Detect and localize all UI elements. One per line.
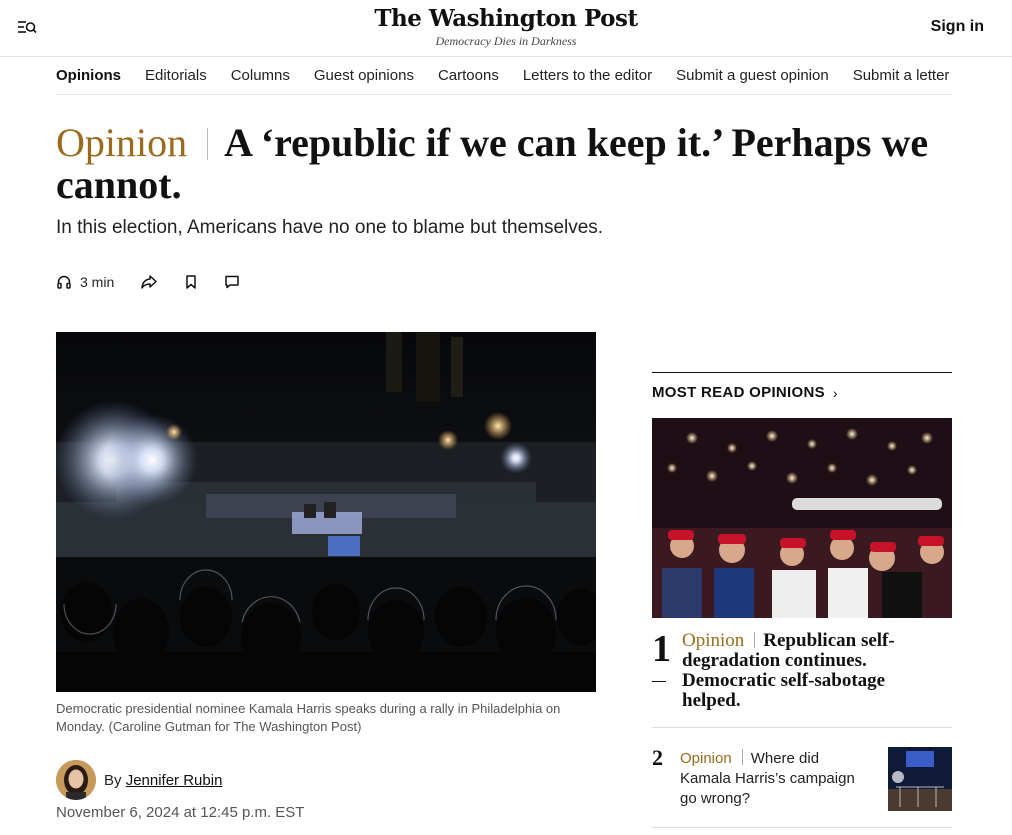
listen-time: 3 min [80,274,115,290]
listen-button[interactable]: 3 min [56,274,114,290]
site-logo[interactable]: The Washington Post [0,5,1012,32]
comments-button[interactable] [224,274,240,290]
most-read-photo[interactable] [652,418,952,618]
opinion-kicker[interactable]: Opinion [56,120,187,165]
comment-icon [225,275,239,289]
subnav-submit-letter[interactable]: Submit a letter [853,57,950,94]
byline: By Jennifer Rubin [56,760,222,800]
most-read-heading[interactable]: MOST READ OPINIONS › [652,384,952,401]
rank-number: 2 [652,745,663,770]
sign-in-button[interactable]: Sign in [931,18,984,36]
article-tools: 3 min [56,271,266,293]
site-header: The Washington Post Democracy Dies in Da… [0,0,1012,57]
author-avatar[interactable] [56,760,96,800]
publish-date: November 6, 2024 at 12:45 p.m. EST [56,804,305,821]
most-read-item-1[interactable]: 1 Opinion Republican self-degradation con… [652,629,952,728]
author-link[interactable]: Jennifer Rubin [126,772,223,789]
share-button[interactable] [140,274,158,290]
subnav-submit-guest-opinion[interactable]: Submit a guest opinion [676,57,829,94]
story-thumbnail[interactable] [888,747,952,811]
kicker-divider [207,128,209,160]
headphones-icon [57,275,71,289]
byline-prefix: By [104,771,122,789]
subnav-guest-opinions[interactable]: Guest opinions [314,57,414,94]
chevron-right-icon: › [832,384,838,401]
subnav-letters[interactable]: Letters to the editor [523,57,652,94]
site-tagline: Democracy Dies in Darkness [435,34,577,48]
opinion-kicker: Opinion [680,750,732,767]
most-read-item-2[interactable]: 2 Opinion Where did Kamala Harris’s campa… [652,747,952,828]
opinions-subnav: Opinions Editorials Columns Guest opinions C… [56,57,952,95]
photo-caption: Democratic presidential nominee Kamala H… [56,701,561,734]
bookmark-icon [186,275,196,289]
most-read-title-2: Opinion Where did Kamala Harris’s campaig… [680,749,864,809]
rank-dash [652,681,666,682]
subnav-columns[interactable]: Columns [231,57,290,94]
article-dek: In this election, Americans have no one … [56,217,604,238]
subnav-editorials[interactable]: Editorials [145,57,207,94]
opinion-kicker: Opinion [682,630,745,651]
byline-text: By Jennifer Rubin [104,772,222,789]
article-headline: Opinion A ‘republic if we can keep it.’ P… [56,122,956,206]
subnav-cartoons[interactable]: Cartoons [438,57,499,94]
lead-photo [56,332,596,692]
kicker-divider [754,632,756,648]
share-icon [141,275,157,289]
subnav-opinions[interactable]: Opinions [56,57,121,94]
rank-number: 1 [652,628,671,670]
most-read-title-1: Opinion Republican self-degradation conti… [682,631,942,711]
kicker-divider [741,749,743,765]
most-read-sidebar: MOST READ OPINIONS › 1 Opinion Republican … [652,372,952,828]
most-read-title: MOST READ OPINIONS [652,384,825,401]
save-button[interactable] [184,274,198,290]
